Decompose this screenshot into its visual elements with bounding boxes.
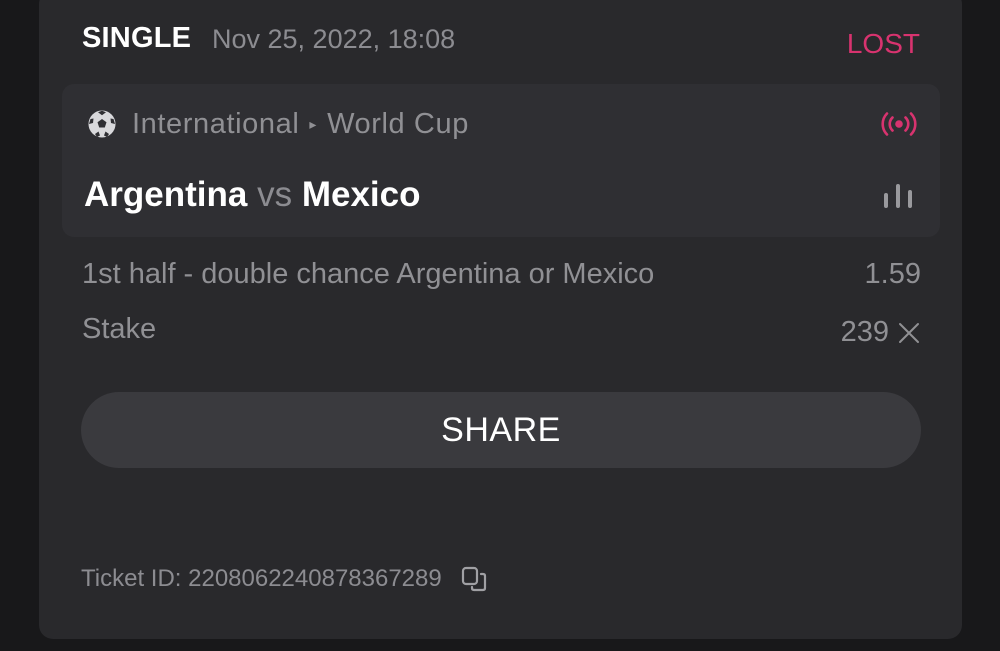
odds-value: 1.59: [864, 258, 921, 290]
currency-cross-icon: [899, 322, 919, 343]
bet-type: SINGLE: [82, 22, 192, 54]
event-category: International: [132, 108, 300, 140]
vs-label: vs: [257, 175, 293, 214]
away-team: Mexico: [301, 175, 421, 214]
share-button[interactable]: SHARE: [81, 392, 921, 468]
home-team: Argentina: [84, 175, 248, 214]
bar-chart-icon[interactable]: [882, 182, 914, 210]
match-title: Argentina vs Mexico: [84, 175, 420, 215]
bet-status: LOST: [846, 28, 920, 59]
soccer-ball-icon: [88, 110, 116, 138]
event-league: World Cup: [327, 108, 469, 140]
bet-date: Nov 25, 2022, 18:08: [212, 24, 456, 54]
stake-value: 239: [841, 316, 921, 349]
copy-icon[interactable]: [460, 565, 488, 593]
market-description: 1st half - double chance Argentina or Me…: [82, 258, 655, 290]
breadcrumb-separator-icon: ▸: [309, 116, 318, 132]
live-broadcast-icon[interactable]: [880, 111, 918, 137]
event-breadcrumb: International ▸ World Cup: [132, 108, 469, 141]
ticket-id: Ticket ID: 2208062240878367289: [81, 565, 488, 593]
stake-amount: 239: [840, 316, 889, 348]
stake-label: Stake: [82, 313, 157, 345]
ticket-id-label: Ticket ID: 2208062240878367289: [81, 565, 442, 592]
